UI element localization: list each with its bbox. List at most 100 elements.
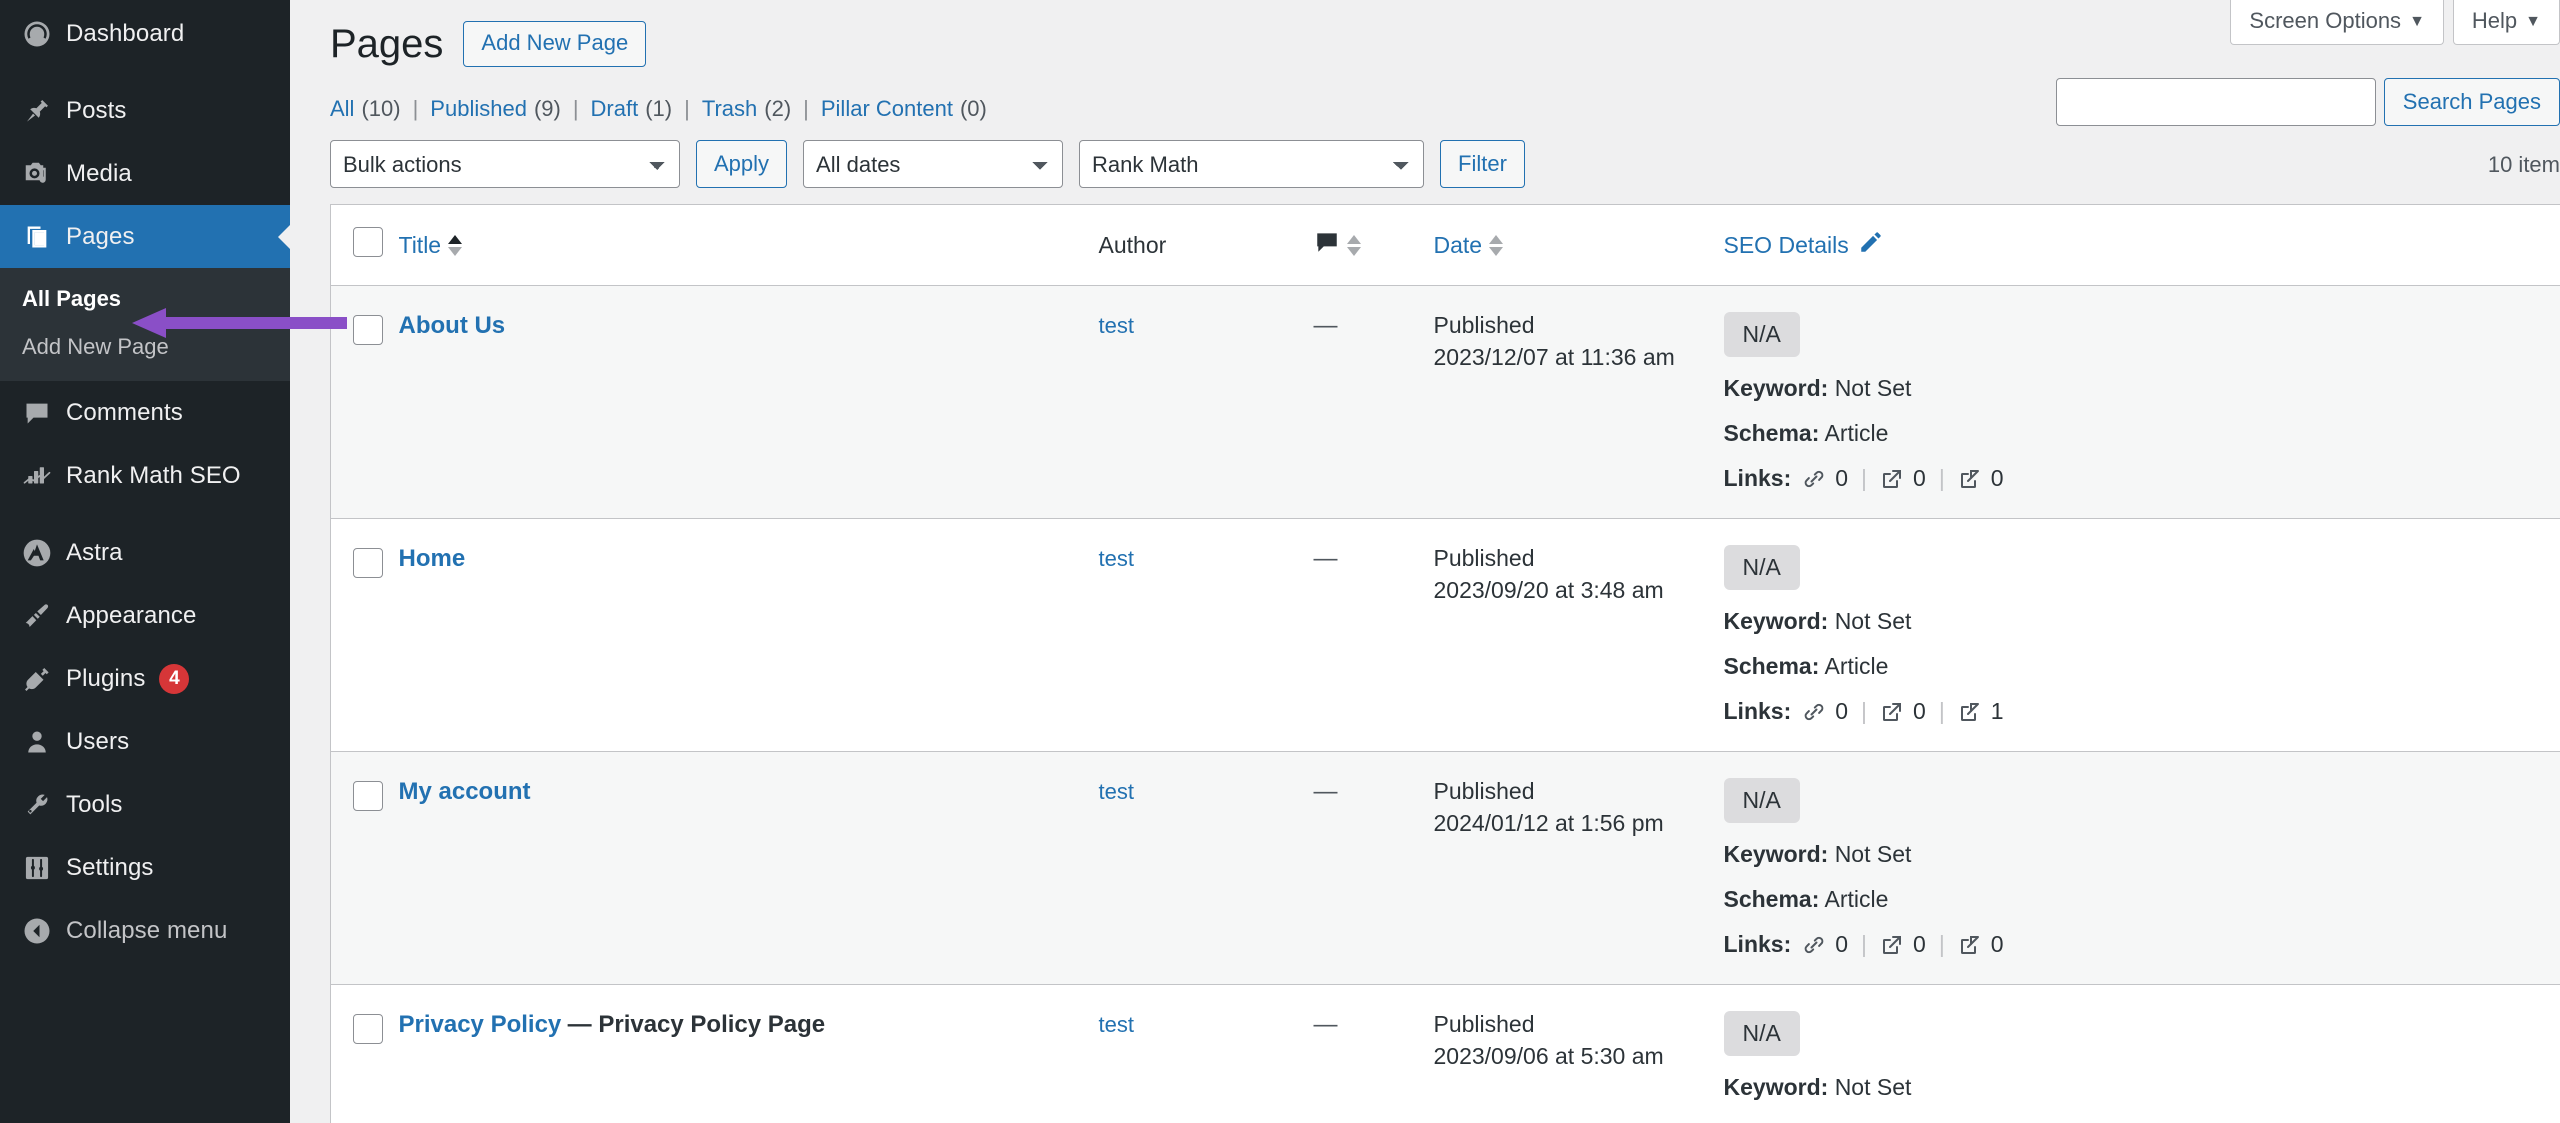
search-pages-button[interactable]: Search Pages xyxy=(2383,78,2560,126)
table-row[interactable]: About Us test — Published 2023/12/07 at … xyxy=(330,285,2560,519)
row-comments-cell: — xyxy=(1314,752,1434,985)
screen-options-label: Screen Options xyxy=(2249,8,2402,33)
help-button[interactable]: Help ▼ xyxy=(2452,0,2560,45)
apply-button[interactable]: Apply xyxy=(696,140,788,188)
column-header-title[interactable]: Title xyxy=(398,204,1099,286)
date-status: Published xyxy=(1433,778,1535,804)
submenu-item-add-new-page[interactable]: Add New Page xyxy=(0,323,290,371)
row-checkbox[interactable] xyxy=(353,781,383,811)
page-title-link[interactable]: Home xyxy=(399,545,466,572)
date-value: 2023/09/20 at 3:48 am xyxy=(1433,577,1664,603)
bulk-actions-select[interactable]: Bulk actions xyxy=(330,140,680,188)
status-link-label[interactable]: Trash xyxy=(702,96,757,122)
seo-keyword-value: Not Set xyxy=(1834,841,1912,867)
seo-schema-label: Schema: xyxy=(1723,886,1820,912)
comments-count: — xyxy=(1313,312,1338,339)
internal-links-count: 0 xyxy=(1835,698,1849,724)
author-link[interactable]: test xyxy=(1099,546,1134,571)
sidebar-item-settings[interactable]: Settings xyxy=(0,836,290,899)
page-title-link[interactable]: Privacy Policy xyxy=(399,1011,562,1038)
incoming-link-icon xyxy=(1958,700,1982,724)
status-link-label[interactable]: Published xyxy=(430,96,527,122)
author-link[interactable]: test xyxy=(1099,779,1134,804)
sidebar-item-astra[interactable]: Astra xyxy=(0,521,290,584)
status-link-label[interactable]: All xyxy=(330,96,354,122)
date-filter-select[interactable]: All dates xyxy=(803,140,1064,188)
sidebar-item-comments[interactable]: Comments xyxy=(0,381,290,444)
chain-link-icon xyxy=(1802,467,1826,491)
links-separator: | xyxy=(1938,931,1945,957)
sidebar-item-pages[interactable]: Pages xyxy=(0,205,290,268)
sort-arrows-icon[interactable] xyxy=(448,234,463,256)
search-input[interactable] xyxy=(2055,78,2376,126)
pencil-icon[interactable] xyxy=(1858,229,1884,261)
status-divider: | xyxy=(803,96,809,121)
pages-submenu: All Pages Add New Page xyxy=(0,268,290,381)
status-link-trash[interactable]: Trash (2) | xyxy=(702,96,821,122)
screen-options-button[interactable]: Screen Options ▼ xyxy=(2230,0,2444,45)
comment-bubble-icon xyxy=(1314,229,1340,261)
seo-schema-label: Schema: xyxy=(1723,653,1820,679)
row-checkbox[interactable] xyxy=(353,315,383,345)
rankmath-filter-select[interactable]: Rank Math xyxy=(1079,140,1425,188)
sidebar-item-dashboard[interactable]: Dashboard xyxy=(0,2,290,65)
row-comments-cell: — xyxy=(1314,286,1434,519)
sidebar-item-users[interactable]: Users xyxy=(0,710,290,773)
chevron-down-icon: ▼ xyxy=(2409,13,2425,30)
status-link-all[interactable]: All (10) | xyxy=(330,96,430,122)
sidebar-item-collapse-menu[interactable]: Collapse menu xyxy=(0,899,290,962)
author-link[interactable]: test xyxy=(1099,313,1134,338)
author-link[interactable]: test xyxy=(1099,1012,1134,1037)
column-header-comments[interactable] xyxy=(1313,204,1434,286)
page-title-link[interactable]: My account xyxy=(399,778,531,805)
row-checkbox[interactable] xyxy=(353,1014,383,1044)
page-title-link[interactable]: About Us xyxy=(399,312,506,339)
status-link-draft[interactable]: Draft (1) | xyxy=(591,96,702,122)
pages-list-table: Title Author Date SEO Details About Us t… xyxy=(330,204,2560,1123)
chain-link-icon xyxy=(1802,933,1826,957)
links-separator: | xyxy=(1861,931,1868,957)
seo-links-label: Links: xyxy=(1723,698,1792,724)
column-header-date-label[interactable]: Date xyxy=(1434,232,1483,259)
incoming-link-icon xyxy=(1958,933,1982,957)
sidebar-item-plugins[interactable]: Plugins 4 xyxy=(0,647,290,710)
status-link-pillar-content[interactable]: Pillar Content (0) xyxy=(821,96,987,122)
sidebar-item-media[interactable]: Media xyxy=(0,142,290,205)
column-header-date[interactable]: Date xyxy=(1433,204,1724,286)
incoming-links-count: 1 xyxy=(1990,698,2004,724)
row-seo-cell: N/A Keyword: Not Set Schema: Article Lin… xyxy=(1723,752,2560,985)
select-all-checkbox[interactable] xyxy=(353,227,383,257)
add-new-page-button[interactable]: Add New Page xyxy=(463,21,647,67)
table-row[interactable]: Privacy Policy — Privacy Policy Page tes… xyxy=(331,985,2560,1123)
table-row[interactable]: Home test — Published 2023/09/20 at 3:48… xyxy=(330,519,2560,752)
row-checkbox[interactable] xyxy=(353,548,383,578)
seo-keyword-label: Keyword: xyxy=(1723,608,1829,634)
date-status: Published xyxy=(1433,545,1535,571)
table-row[interactable]: My account test — Published 2024/01/12 a… xyxy=(330,751,2560,985)
internal-links-group: 0 xyxy=(1802,698,1848,725)
date-status: Published xyxy=(1433,312,1535,338)
sidebar-item-tools[interactable]: Tools xyxy=(0,773,290,836)
incoming-links-group: 0 xyxy=(1958,465,2004,492)
sidebar-item-label: Astra xyxy=(66,538,123,566)
wrench-icon xyxy=(8,791,66,819)
status-link-label[interactable]: Draft xyxy=(591,96,639,122)
seo-schema-label: Schema: xyxy=(1723,420,1820,446)
page-content: Pages Add New Page All (10) | Published … xyxy=(290,0,2560,1123)
page-title: Pages xyxy=(330,22,444,66)
filter-button[interactable]: Filter xyxy=(1440,140,1525,188)
sort-arrows-icon[interactable] xyxy=(1489,234,1504,256)
sidebar-item-rank-math-seo[interactable]: Rank Math SEO xyxy=(0,444,290,507)
submenu-item-all-pages[interactable]: All Pages xyxy=(0,275,290,323)
column-header-seo-details[interactable]: SEO Details xyxy=(1723,204,2560,286)
row-seo-cell: N/A Keyword: Not Set Schema: Article Lin… xyxy=(1723,286,2560,519)
internal-links-count: 0 xyxy=(1835,931,1849,957)
status-link-published[interactable]: Published (9) | xyxy=(430,96,590,122)
column-header-title-label[interactable]: Title xyxy=(399,232,442,259)
seo-score-badge: N/A xyxy=(1723,778,1800,823)
sort-arrows-icon[interactable] xyxy=(1346,234,1361,256)
status-link-label[interactable]: Pillar Content xyxy=(821,96,953,122)
status-divider: | xyxy=(684,96,690,121)
sidebar-item-appearance[interactable]: Appearance xyxy=(0,584,290,647)
sidebar-item-posts[interactable]: Posts xyxy=(0,79,290,142)
